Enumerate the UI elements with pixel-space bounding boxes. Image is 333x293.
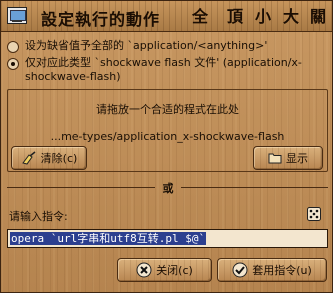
separator-label: 或 <box>162 182 174 195</box>
mime-type-path: ...me-types/application_x-shockwave-flas… <box>50 130 285 143</box>
title-bar[interactable]: 設定執行的動作 全 頂 小 大 關 <box>1 1 332 32</box>
separator-right <box>181 187 328 188</box>
option-this-type-label: 仅对应此类型 `shockwave flash 文件' (application… <box>25 56 302 83</box>
radio-all-types[interactable] <box>7 41 19 53</box>
minimize-button[interactable]: 小 <box>251 5 275 29</box>
option-this-type[interactable]: 仅对应此类型 `shockwave flash 文件' (application… <box>7 56 329 84</box>
apply-command-button-label: 套用指令(u) <box>252 264 312 277</box>
always-on-top-button[interactable]: 頂 <box>223 5 247 29</box>
dialog-window: 設定執行的動作 全 頂 小 大 關 设为缺省值予全部的 `application… <box>0 0 333 293</box>
close-icon <box>136 262 152 278</box>
close-button[interactable]: 关闭(c) <box>117 258 212 282</box>
command-input[interactable]: opera `url字串和utf8互转.pl $@` <box>7 229 328 248</box>
show-button-label: 显示 <box>286 152 308 165</box>
folder-icon <box>268 153 282 164</box>
radio-this-type[interactable] <box>7 58 19 70</box>
broom-icon <box>21 151 36 165</box>
checkmark-icon <box>232 262 248 278</box>
apply-command-button[interactable]: 套用指令(u) <box>217 258 327 282</box>
option-all-types[interactable]: 设为缺省值予全部的 `application/<anything>' <box>7 39 329 53</box>
show-button[interactable]: 显示 <box>253 146 323 170</box>
close-button-label: 关闭(c) <box>156 264 193 277</box>
sticky-button[interactable]: 全 <box>188 5 212 29</box>
clear-button[interactable]: 清除(c) <box>11 146 87 170</box>
drop-hint: 请拖放一个合适的程式在此处 <box>96 103 239 116</box>
command-label: 请输入指令: <box>9 210 68 223</box>
maximize-button[interactable]: 大 <box>279 5 303 29</box>
dice-icon[interactable] <box>307 207 321 221</box>
window-title: 設定執行的動作 <box>41 10 161 29</box>
close-window-button[interactable]: 關 <box>306 5 330 29</box>
window-icon[interactable] <box>7 7 27 24</box>
separator-left <box>7 187 155 188</box>
command-input-value: opera `url字串和utf8互转.pl $@` <box>10 232 207 245</box>
option-all-types-label: 设为缺省值予全部的 `application/<anything>' <box>25 39 268 52</box>
clear-button-label: 清除(c) <box>40 152 78 165</box>
